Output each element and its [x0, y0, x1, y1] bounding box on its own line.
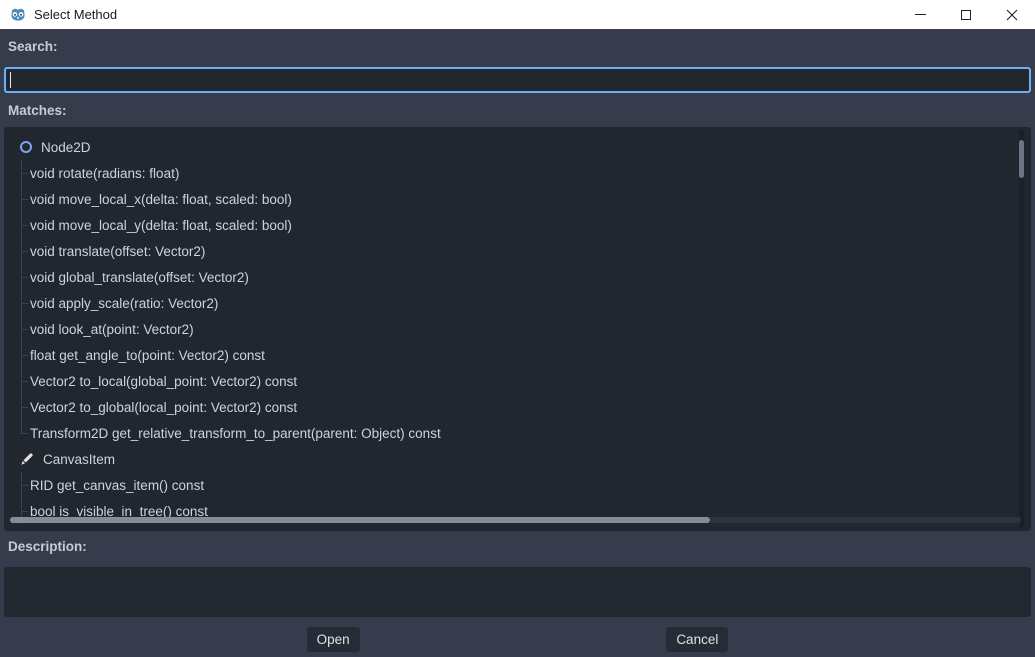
list-item-method[interactable]: void translate(offset: Vector2) [4, 238, 1031, 264]
list-item-label: CanvasItem [43, 452, 115, 467]
list-item-label: void translate(offset: Vector2) [30, 244, 205, 259]
list-item-label: float get_angle_to(point: Vector2) const [30, 348, 265, 363]
list-item-method[interactable]: void look_at(point: Vector2) [4, 316, 1031, 342]
matches-list[interactable]: Node2D void rotate(radians: float) void … [4, 127, 1031, 531]
horizontal-scrollbar-thumb[interactable] [10, 517, 710, 523]
godot-logo-icon [10, 7, 26, 23]
minimize-button[interactable] [897, 0, 943, 29]
list-item-label: void apply_scale(ratio: Vector2) [30, 296, 218, 311]
maximize-icon [961, 10, 971, 20]
list-item-class[interactable]: CanvasItem [4, 446, 1031, 472]
list-item-class[interactable]: Node2D [4, 134, 1031, 160]
cancel-button[interactable]: Cancel [666, 627, 728, 652]
description-label: Description: [8, 539, 87, 554]
list-item-method[interactable]: void global_translate(offset: Vector2) [4, 264, 1031, 290]
window-controls [897, 0, 1035, 29]
vertical-scrollbar-thumb[interactable] [1019, 140, 1024, 178]
list-item-label: RID get_canvas_item() const [30, 478, 204, 493]
node2d-icon [20, 141, 32, 153]
close-button[interactable] [989, 0, 1035, 29]
list-item-label: Vector2 to_local(global_point: Vector2) … [30, 374, 297, 389]
list-item-label: Node2D [41, 140, 91, 155]
list-item-method[interactable]: void apply_scale(ratio: Vector2) [4, 290, 1031, 316]
canvasitem-icon [20, 452, 34, 466]
close-icon [1006, 9, 1018, 21]
title-bar: Select Method [0, 0, 1035, 29]
list-item-method[interactable]: void move_local_x(delta: float, scaled: … [4, 186, 1031, 212]
list-item-label: void look_at(point: Vector2) [30, 322, 194, 337]
list-item-label: void move_local_x(delta: float, scaled: … [30, 192, 292, 207]
matches-label: Matches: [8, 103, 67, 118]
description-panel [4, 567, 1031, 617]
matches-rows: Node2D void rotate(radians: float) void … [4, 134, 1031, 524]
list-item-label: Vector2 to_global(local_point: Vector2) … [30, 400, 297, 415]
vertical-scrollbar-track[interactable] [1019, 130, 1024, 528]
dialog-footer: Open Cancel [0, 626, 1035, 652]
list-item-method[interactable]: Vector2 to_global(local_point: Vector2) … [4, 394, 1031, 420]
list-item-label: Transform2D get_relative_transform_to_pa… [30, 426, 441, 441]
list-item-method[interactable]: void move_local_y(delta: float, scaled: … [4, 212, 1031, 238]
list-item-method[interactable]: float get_angle_to(point: Vector2) const [4, 342, 1031, 368]
list-item-label: void move_local_y(delta: float, scaled: … [30, 218, 292, 233]
maximize-button[interactable] [943, 0, 989, 29]
list-item-label: void rotate(radians: float) [30, 166, 179, 181]
open-button[interactable]: Open [307, 627, 360, 652]
list-item-method[interactable]: Vector2 to_local(global_point: Vector2) … [4, 368, 1031, 394]
search-input[interactable] [4, 67, 1031, 93]
text-caret [10, 72, 11, 88]
minimize-icon [915, 14, 926, 15]
window-title: Select Method [34, 7, 117, 22]
list-item-label: void global_translate(offset: Vector2) [30, 270, 249, 285]
list-item-method[interactable]: void rotate(radians: float) [4, 160, 1031, 186]
list-item-method[interactable]: Transform2D get_relative_transform_to_pa… [4, 420, 1031, 446]
search-label: Search: [8, 39, 58, 54]
list-item-method[interactable]: RID get_canvas_item() const [4, 472, 1031, 498]
